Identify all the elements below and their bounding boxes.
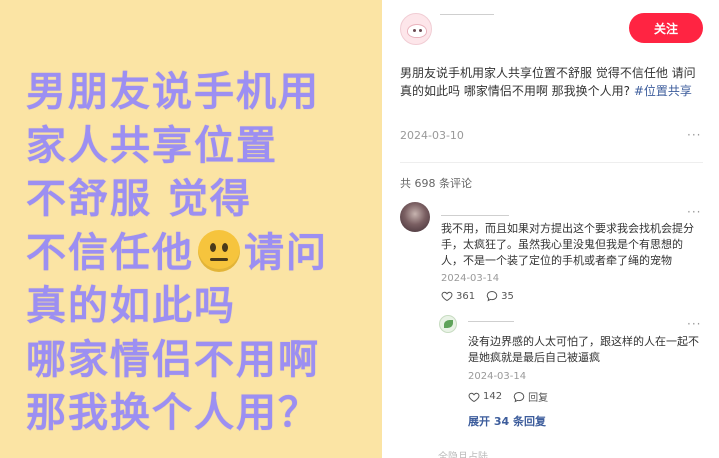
reply-count: 35 [501, 290, 514, 302]
author-name-placeholder[interactable] [440, 14, 494, 15]
heart-icon[interactable] [468, 391, 480, 403]
hashtag-link[interactable]: #位置共享 [634, 84, 692, 98]
comment-date: 2024-03-14 [441, 273, 500, 284]
image-line: 男朋友说手机用 [26, 69, 320, 115]
post-image[interactable]: 男朋友说手机用 家人共享位置 不舒服 觉得 不信任他 请问 真的如此吗 哪家情侣不… [0, 0, 382, 458]
reply-button[interactable]: 回复 [528, 389, 548, 404]
author-avatar[interactable] [400, 13, 432, 45]
commenter-name-placeholder[interactable] [441, 215, 509, 216]
commenter-avatar[interactable] [400, 202, 430, 232]
post-body: 男朋友说手机用家人共享位置不舒服 觉得不信任他 请问真的如此吗 哪家情侣不用啊 … [400, 64, 705, 100]
like-count: 142 [483, 391, 503, 402]
comment-more-icon[interactable]: ··· [687, 205, 701, 219]
image-line: 不舒服 觉得 [26, 176, 252, 222]
comment-count: 共 698 条评论 [400, 177, 472, 190]
image-line: 那我换个人用？ [26, 390, 320, 436]
image-line: 不信任他 [26, 229, 194, 276]
image-line: 哪家情侣不用啊 [26, 336, 320, 383]
expand-replies-link[interactable]: 展开 34 条回复 [468, 413, 546, 429]
post-image-text: 男朋友说手机用 家人共享位置 不舒服 觉得 不信任他 请问 真的如此吗 哪家情侣不… [26, 66, 376, 441]
next-comment-partial: 全隐且占陆 [438, 452, 488, 458]
reply-actions: 142 回复 [468, 389, 548, 404]
reply-date: 2024-03-14 [468, 371, 527, 382]
replier-avatar[interactable] [439, 315, 457, 333]
image-line: 家人共享位置 [26, 122, 278, 169]
reply-text: 没有边界感的人太可怕了，跟这样的人在一起不是她疯就是最后自己被逼疯 [468, 335, 699, 364]
post-detail-panel: 关注 男朋友说手机用家人共享位置不舒服 觉得不信任他 请问真的如此吗 哪家情侣不… [382, 0, 719, 458]
post-more-icon[interactable]: ··· [687, 128, 701, 142]
comment-text: 我不用，而且如果对方提出这个要求我会找机会提分手，太疯狂了。虽然我心里没鬼但我是… [441, 222, 694, 267]
neutral-face-emoji-icon [198, 229, 240, 272]
replier-name-placeholder[interactable] [468, 321, 514, 322]
divider [400, 162, 703, 163]
image-line: 请问 [244, 229, 328, 276]
follow-button[interactable]: 关注 [629, 13, 703, 43]
heart-icon[interactable] [441, 290, 453, 302]
post-date: 2024-03-10 [400, 129, 464, 142]
comment-bubble-icon[interactable] [513, 391, 525, 403]
image-line: 真的如此吗 [26, 283, 236, 329]
reply-more-icon[interactable]: ··· [687, 317, 701, 331]
like-count: 361 [456, 290, 476, 302]
comment-actions: 361 35 [441, 290, 514, 302]
comment-bubble-icon[interactable] [486, 290, 498, 302]
image-line-with-emoji: 不信任他 请问 [26, 227, 376, 281]
